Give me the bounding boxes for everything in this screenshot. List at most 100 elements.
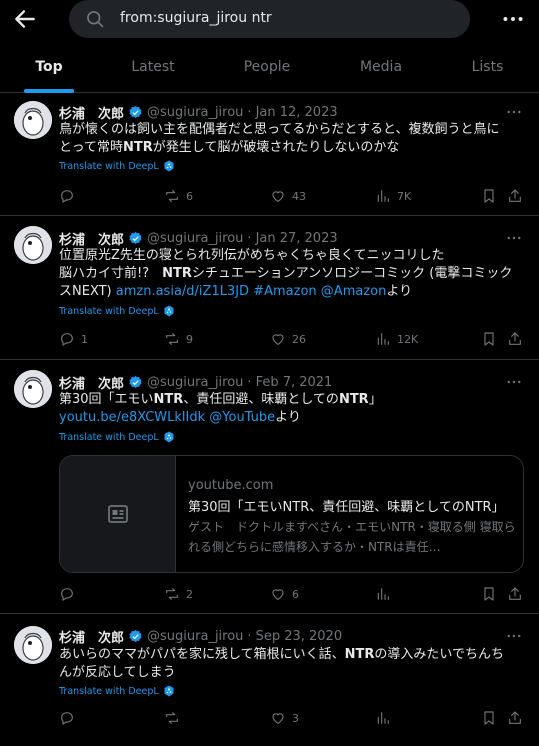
like-button[interactable]: 26 <box>270 331 306 347</box>
reply-icon <box>61 712 73 726</box>
repost-button[interactable] <box>164 710 180 726</box>
tab-media[interactable]: Media <box>326 40 436 93</box>
author-handle[interactable]: @sugiura_jirou <box>147 231 243 246</box>
like-count: 26 <box>292 332 306 346</box>
translate-link[interactable]: Translate with DeepL <box>59 160 175 172</box>
repost-button[interactable]: 6 <box>164 188 193 204</box>
hashtag-link[interactable]: #Amazon <box>253 284 316 299</box>
views-button[interactable]: 7K <box>375 188 411 204</box>
post-actions: 3 <box>59 710 527 728</box>
repost-button[interactable]: 9 <box>164 331 193 347</box>
like-button[interactable]: 6 <box>270 586 299 602</box>
more-horizontal-icon[interactable] <box>505 103 523 121</box>
like-button[interactable]: 43 <box>270 188 306 204</box>
more-horizontal-icon[interactable] <box>505 373 523 391</box>
translate-link[interactable]: Translate with DeepL <box>59 305 175 317</box>
repost-count: 2 <box>186 587 193 601</box>
separator: · <box>247 105 252 120</box>
search-input[interactable]: from:sugiura_jirou ntr <box>69 0 470 38</box>
post-date[interactable]: Jan 27, 2023 <box>256 231 338 246</box>
text-segment: より <box>386 284 413 299</box>
verified-badge-icon <box>129 629 142 642</box>
share-button[interactable] <box>507 586 523 602</box>
url-link[interactable]: amzn.asia/d/iZ1L3JD <box>116 284 249 299</box>
tab-label: Media <box>359 58 403 75</box>
author-name[interactable]: 杉浦 次郎 <box>59 627 124 646</box>
share-button[interactable] <box>507 188 523 204</box>
author-name[interactable]: 杉浦 次郎 <box>59 103 124 122</box>
bookmark-button[interactable] <box>481 586 497 602</box>
post-header: 杉浦 次郎 @sugiura_jirou · Jan 12, 2023 <box>59 103 338 122</box>
reply-button[interactable] <box>59 710 75 726</box>
card-domain: youtube.com <box>188 478 274 493</box>
separator: · <box>247 629 252 644</box>
views-button[interactable]: 12K <box>375 331 418 347</box>
translate-label: Translate with DeepL <box>59 431 159 443</box>
post-text: 第30回「エモいNTR、責任回避、味覇としてのNTR」 youtu.be/e8X… <box>59 391 527 427</box>
author-handle[interactable]: @sugiura_jirou <box>147 629 243 644</box>
views-button[interactable] <box>375 586 391 602</box>
bookmark-button[interactable] <box>481 331 497 347</box>
more-horizontal-icon[interactable] <box>505 229 523 247</box>
repost-button[interactable]: 2 <box>164 586 193 602</box>
author-name[interactable]: 杉浦 次郎 <box>59 373 124 392</box>
bookmark-button[interactable] <box>481 710 497 726</box>
reply-button[interactable] <box>59 586 75 602</box>
like-count: 3 <box>292 711 299 725</box>
repost-count: 9 <box>186 332 193 346</box>
post-actions: 1 9 26 12K <box>59 331 527 349</box>
post[interactable]: 杉浦 次郎 @sugiura_jirou · Jan 27, 2023 位置原光… <box>0 216 539 360</box>
verified-badge-icon <box>129 231 142 244</box>
top-bar: from:sugiura_jirou ntr <box>0 0 539 38</box>
bookmark-button[interactable] <box>481 188 497 204</box>
url-link[interactable]: youtu.be/e8XCWLklIdk <box>59 410 205 425</box>
post[interactable]: 杉浦 次郎 @sugiura_jirou · Feb 7, 2021 第30回「… <box>0 360 539 614</box>
post-text: 鳥が懐くのは飼い主を配偶者だと思ってるからだとすると、複数飼うと鳥に とって常時… <box>59 121 527 157</box>
text-segment: 」 <box>368 392 382 407</box>
author-handle[interactable]: @sugiura_jirou <box>147 105 243 120</box>
post-date[interactable]: Jan 12, 2023 <box>256 105 338 120</box>
share-button[interactable] <box>507 331 523 347</box>
text-segment: より <box>275 410 301 425</box>
post-date[interactable]: Feb 7, 2021 <box>256 375 333 390</box>
tab-latest[interactable]: Latest <box>98 40 208 93</box>
avatar[interactable] <box>14 370 52 408</box>
search-tabs: Top Latest People Media Lists <box>0 40 539 93</box>
reply-button[interactable] <box>59 188 75 204</box>
post[interactable]: 杉浦 次郎 @sugiura_jirou · Jan 12, 2023 鳥が懐く… <box>0 93 539 216</box>
link-preview-card[interactable]: youtube.com 第30回「エモいNTR、責任回避、味覇としてのNTR」 … <box>59 455 524 573</box>
like-count: 43 <box>292 189 306 203</box>
post-date[interactable]: Sep 23, 2020 <box>256 629 343 644</box>
tab-lists[interactable]: Lists <box>436 40 539 93</box>
deepl-icon <box>164 431 174 443</box>
more-horizontal-icon[interactable] <box>505 627 523 645</box>
more-horizontal-icon[interactable] <box>500 6 526 32</box>
post-header: 杉浦 次郎 @sugiura_jirou · Feb 7, 2021 <box>59 373 332 392</box>
like-icon <box>272 589 284 600</box>
arrow-left-icon[interactable] <box>12 6 38 32</box>
like-icon <box>272 713 284 724</box>
share-button[interactable] <box>507 710 523 726</box>
author-name[interactable]: 杉浦 次郎 <box>59 229 124 248</box>
reply-button[interactable]: 1 <box>59 331 88 347</box>
translate-link[interactable]: Translate with DeepL <box>59 431 175 443</box>
highlighted-term: NTR <box>162 266 192 281</box>
tab-top[interactable]: Top <box>0 40 98 93</box>
views-button[interactable] <box>375 710 391 726</box>
like-button[interactable]: 3 <box>270 710 299 726</box>
mention-link[interactable]: @Amazon <box>321 284 387 299</box>
translate-link[interactable]: Translate with DeepL <box>59 685 175 697</box>
author-handle[interactable]: @sugiura_jirou <box>147 375 243 390</box>
views-icon <box>377 712 389 724</box>
like-icon <box>272 191 284 202</box>
verified-badge-icon <box>129 375 142 388</box>
tab-people[interactable]: People <box>208 40 326 93</box>
avatar[interactable] <box>14 101 52 139</box>
avatar[interactable] <box>14 626 52 664</box>
avatar[interactable] <box>14 226 52 264</box>
post-actions: 6 43 7K <box>59 188 527 206</box>
post-actions: 2 6 <box>59 586 527 604</box>
mention-link[interactable]: @YouTube <box>209 410 275 425</box>
post[interactable]: 杉浦 次郎 @sugiura_jirou · Sep 23, 2020 あいらの… <box>0 614 539 746</box>
like-icon <box>272 334 284 345</box>
